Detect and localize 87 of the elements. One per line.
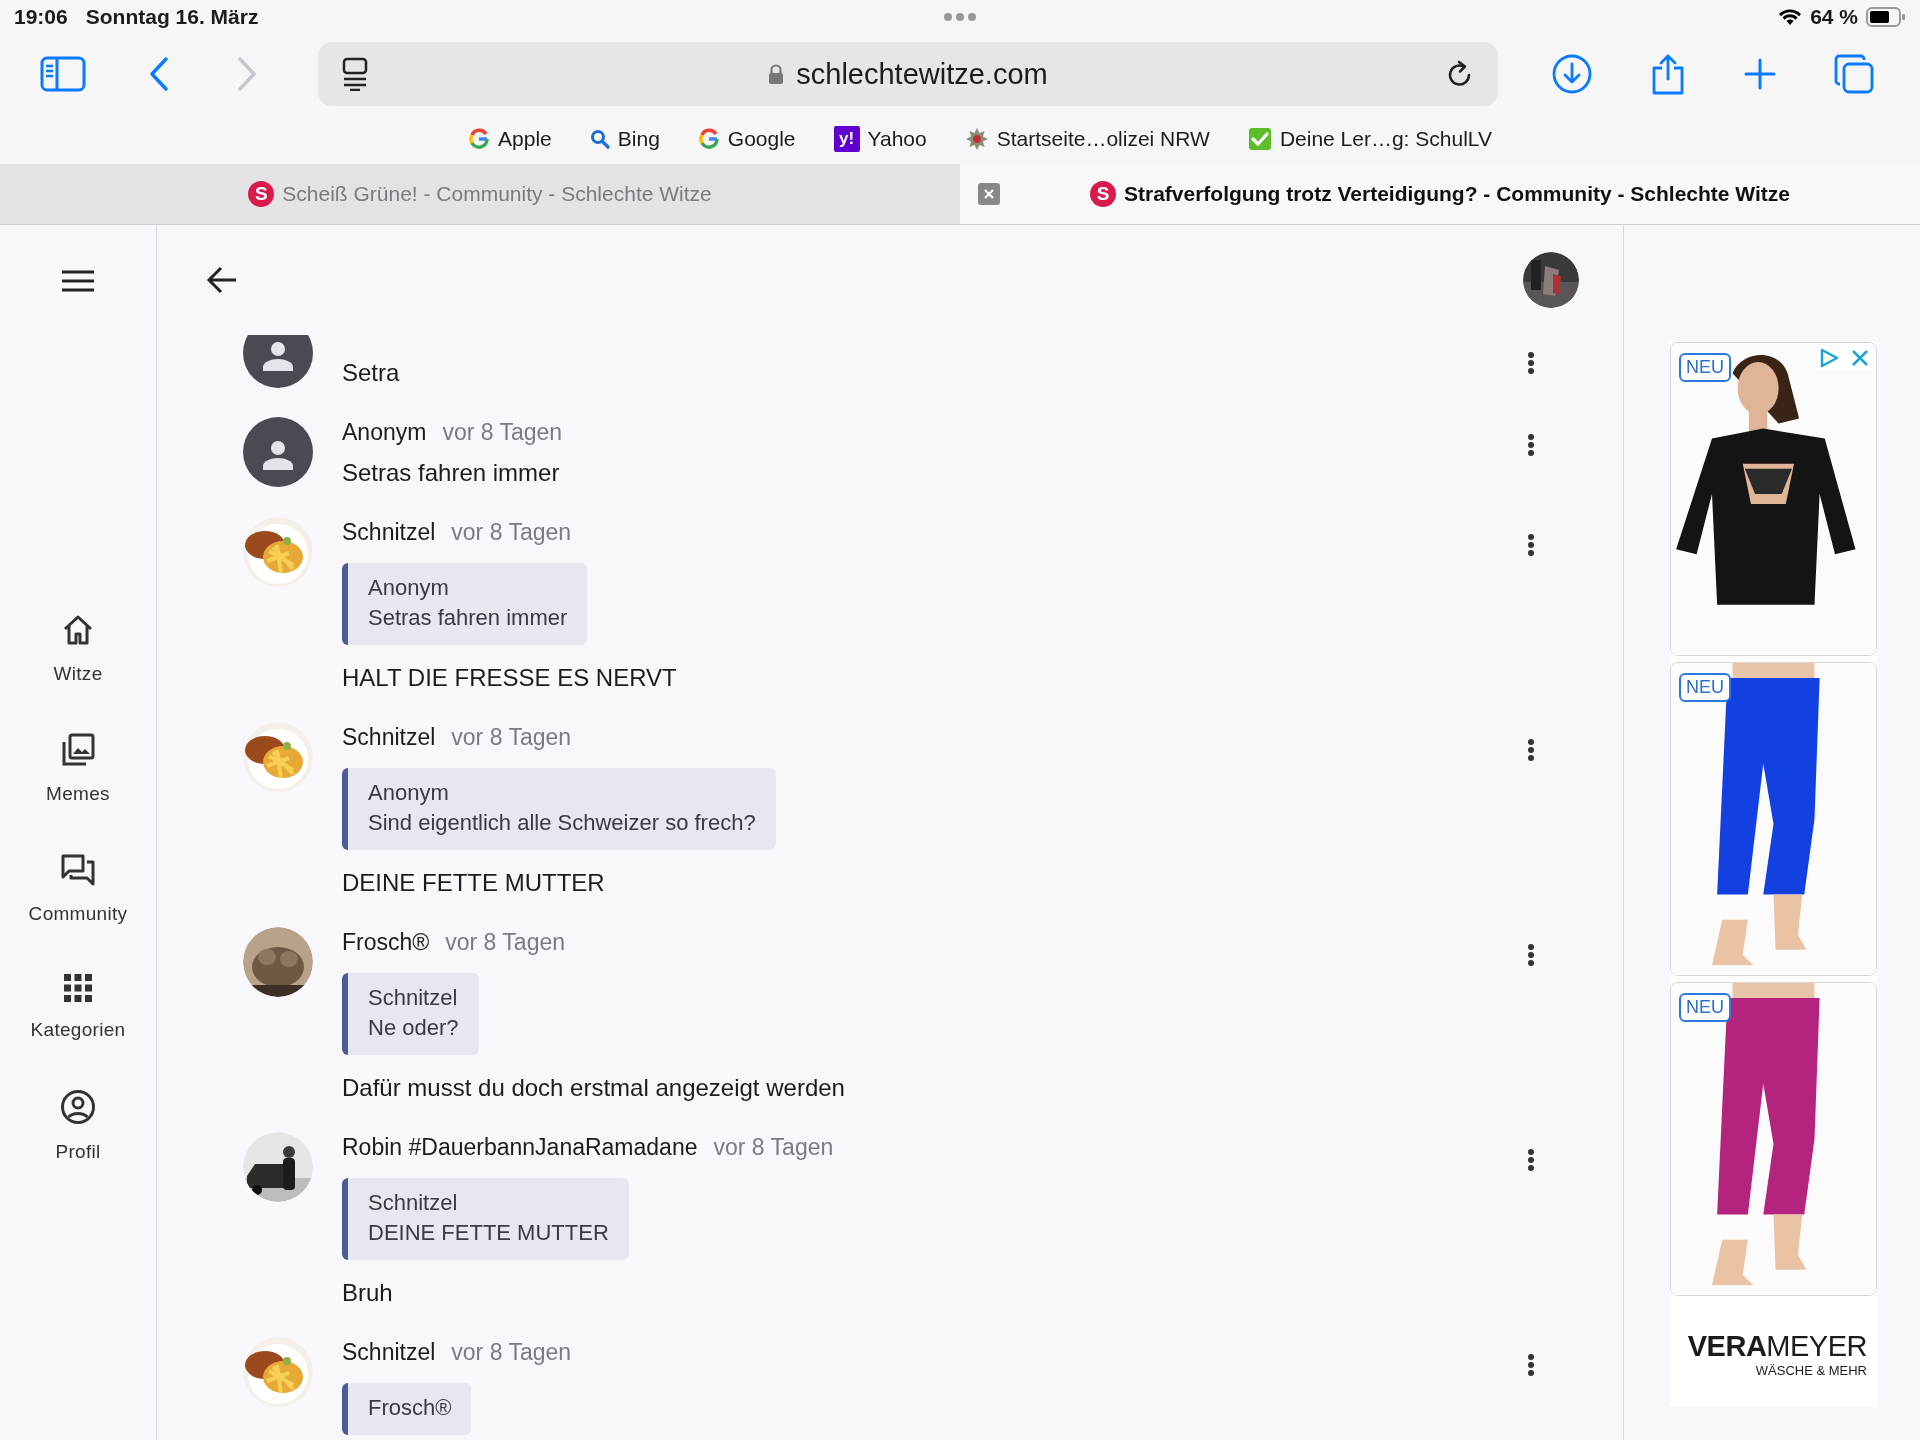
nav-item[interactable]: Kategorien xyxy=(30,973,126,1041)
close-icon[interactable] xyxy=(1851,349,1869,367)
play-triangle-icon[interactable] xyxy=(1819,348,1839,368)
yahoo-logo: y! xyxy=(833,126,860,152)
share-icon[interactable] xyxy=(1650,53,1686,95)
quote-author: Anonym xyxy=(368,779,450,807)
new-badge: NEU xyxy=(1679,993,1731,1022)
nav-item[interactable]: Profil xyxy=(55,1089,101,1163)
status-date: Sonntag 16. März xyxy=(85,5,259,29)
download-icon[interactable] xyxy=(1552,54,1592,94)
tabs-overview-icon[interactable] xyxy=(1834,54,1874,94)
comment-author[interactable]: Frosch® xyxy=(342,927,430,957)
battery-percent: 64 % xyxy=(1810,5,1858,29)
more-options-icon[interactable] xyxy=(1527,433,1535,457)
images-icon xyxy=(61,733,95,767)
more-options-icon[interactable] xyxy=(1527,943,1535,967)
quote-author: Frosch® xyxy=(368,1394,452,1422)
bookmark-link[interactable]: Bing xyxy=(589,127,660,151)
quote-text: Setras fahren immer xyxy=(368,604,568,632)
comment-text: Setras fahren immer xyxy=(342,458,560,488)
bookmark-link[interactable]: Startseite…olizei NRW xyxy=(964,127,1210,151)
comment-author[interactable]: Robin #DauerbannJanaRamadane xyxy=(342,1132,698,1162)
comment-time: vor 8 Tagen xyxy=(713,1133,834,1162)
comment-author[interactable]: Schnitzel xyxy=(342,722,436,752)
menu-icon[interactable] xyxy=(61,269,95,293)
chat-icon xyxy=(60,853,96,887)
quote-author: Schnitzel xyxy=(368,1189,459,1217)
new-badge: NEU xyxy=(1679,673,1731,702)
g-logo-icon xyxy=(697,128,720,150)
more-options-icon[interactable] xyxy=(1527,738,1535,762)
comment-time: vor 8 Tagen xyxy=(451,723,572,752)
g-logo-icon xyxy=(468,128,491,150)
account-icon xyxy=(60,1089,96,1125)
site-favicon: S xyxy=(248,181,275,207)
home-icon xyxy=(61,613,95,647)
check-icon xyxy=(1247,127,1272,151)
page-menu-icon[interactable] xyxy=(340,57,370,91)
comment-time: vor 8 Tagen xyxy=(451,518,572,547)
more-options-icon[interactable] xyxy=(1527,1148,1535,1172)
comment-author[interactable]: Anonym xyxy=(342,417,427,447)
comment-text: Bruh xyxy=(342,1278,393,1308)
anonymous-avatar-icon xyxy=(243,335,313,388)
wifi-icon xyxy=(1778,8,1803,26)
new-badge: NEU xyxy=(1679,353,1731,382)
comment-time: vor 8 Tagen xyxy=(442,418,563,447)
url-text: schlechtewitze.com xyxy=(796,57,1048,91)
bookmark-link[interactable]: Apple xyxy=(468,127,552,151)
back-button[interactable] xyxy=(148,56,170,92)
comment-text: Dafür musst du doch erstmal angezeigt werden xyxy=(342,1073,845,1103)
grid-icon xyxy=(63,973,93,1003)
sidebar-toggle-icon[interactable] xyxy=(40,56,86,92)
brand-tagline: WÄSCHE & MEHR xyxy=(1755,1363,1867,1378)
bookmark-link[interactable]: y! Yahoo xyxy=(833,126,927,152)
quote-text: Ne oder? xyxy=(368,1014,459,1042)
comment-text: Setra xyxy=(342,358,400,388)
comment-author[interactable]: Schnitzel xyxy=(342,1337,436,1367)
bookmark-link[interactable]: Google xyxy=(697,127,796,151)
more-options-icon[interactable] xyxy=(1527,1353,1535,1377)
emblem-icon xyxy=(964,127,989,151)
quote-author: Schnitzel xyxy=(368,984,459,1012)
search-icon xyxy=(589,129,610,149)
quote-text: Sind eigentlich alle Schweizer so frech? xyxy=(368,809,756,837)
comment-time: vor 8 Tagen xyxy=(445,928,566,957)
comment-text: DEINE FETTE MUTTER xyxy=(342,868,605,898)
brand-logo: VERAMEYER xyxy=(1687,1330,1867,1363)
comment-text: HALT DIE FRESSE ES NERVT xyxy=(342,663,677,693)
site-favicon: S xyxy=(1090,181,1116,207)
ad-banner[interactable]: NEU NEU NEU VERAMEYER WÄSCHE & MEHR xyxy=(1670,342,1877,1406)
address-bar[interactable]: schlechtewitze.com xyxy=(318,42,1498,106)
status-time: 19:06 xyxy=(14,5,68,29)
nav-item[interactable]: Community xyxy=(28,853,128,925)
more-dots-icon[interactable] xyxy=(943,12,977,22)
battery-icon xyxy=(1866,7,1906,27)
quote-text: DEINE FETTE MUTTER xyxy=(368,1219,609,1247)
nav-item[interactable]: Memes xyxy=(46,733,110,805)
back-arrow-icon[interactable] xyxy=(206,265,238,295)
lock-icon xyxy=(768,63,785,85)
quote-author: Anonym xyxy=(368,574,450,602)
close-tab-icon[interactable] xyxy=(978,183,1000,205)
comment-author[interactable]: Schnitzel xyxy=(342,517,436,547)
more-options-icon[interactable] xyxy=(1527,533,1535,557)
bookmark-link[interactable]: Deine Ler…g: SchulLV xyxy=(1247,127,1492,151)
new-tab-icon[interactable] xyxy=(1744,58,1776,90)
more-options-icon[interactable] xyxy=(1527,351,1535,375)
nav-item[interactable]: Witze xyxy=(53,613,103,685)
comment-time: vor 8 Tagen xyxy=(451,1338,572,1367)
browser-tab[interactable]: S Scheiß Grüne! - Community - Schlechte Witze xyxy=(0,164,960,224)
